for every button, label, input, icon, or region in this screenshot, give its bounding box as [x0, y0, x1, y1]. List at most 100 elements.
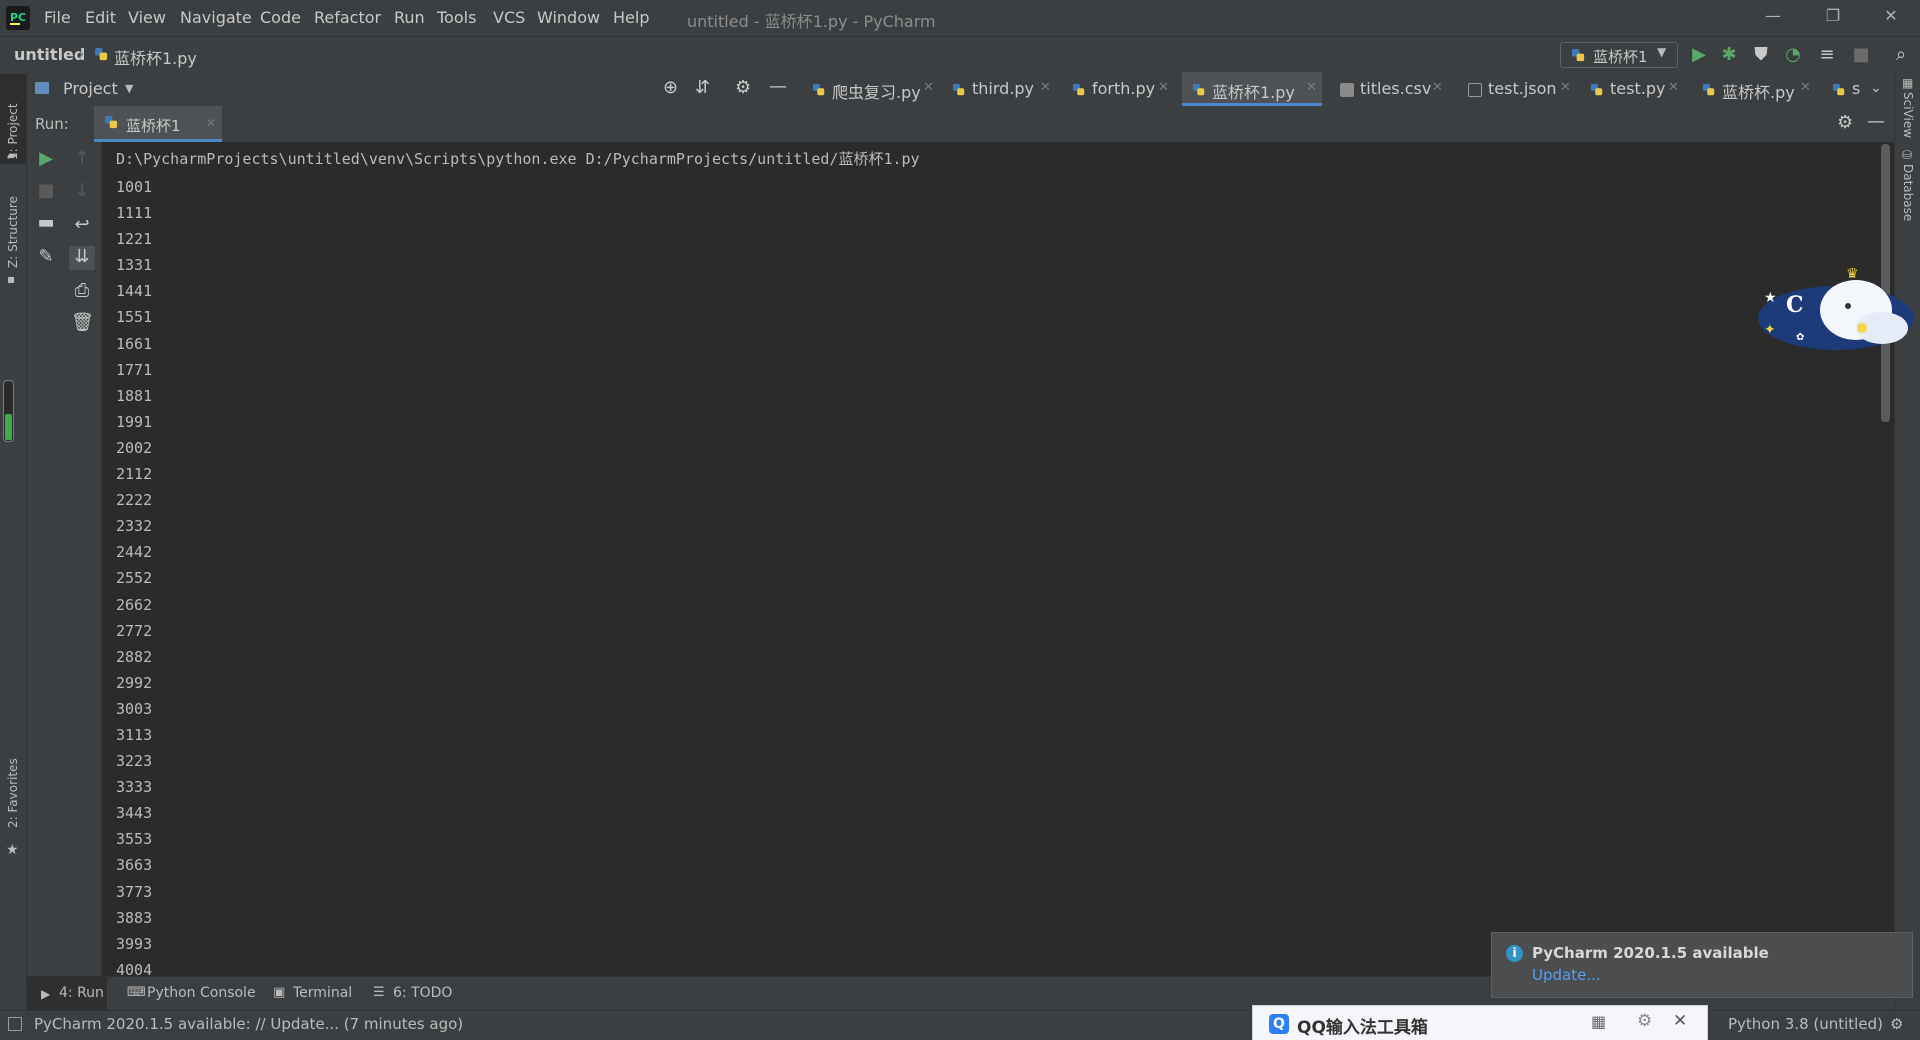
tab-test-py[interactable]: test.py ✕ — [1580, 72, 1679, 106]
tab-label: test.json — [1488, 79, 1557, 98]
collapse-all-icon[interactable]: ⇵ — [695, 77, 710, 98]
scroll-up-icon[interactable]: ↑ — [71, 148, 93, 170]
coverage-icon[interactable]: ⛊ — [1750, 44, 1772, 66]
tab-lanqiao[interactable]: 蓝桥杯.py ✕ — [1692, 72, 1812, 106]
chevron-down-icon: ▼ — [125, 82, 134, 95]
tool-tab-python-console[interactable]: Python Console — [147, 985, 256, 1001]
trash-icon[interactable]: 🗑 — [71, 312, 94, 334]
tab-forth[interactable]: forth.py ✕ — [1062, 72, 1172, 106]
menu-window[interactable]: Window — [537, 8, 600, 27]
structure-tool-label[interactable]: Z: Structure — [6, 196, 20, 268]
run-tab[interactable]: 蓝桥杯1 ✕ — [94, 106, 222, 142]
hide-icon[interactable]: — — [769, 76, 787, 97]
close-icon[interactable]: ✕ — [1306, 80, 1317, 95]
close-icon[interactable]: ✕ — [923, 80, 934, 95]
print-icon[interactable]: ⎙ — [71, 280, 93, 302]
tab-lanqiao1-active[interactable]: 蓝桥杯1.py ✕ — [1182, 72, 1322, 106]
update-link[interactable]: Update... — [1532, 966, 1601, 984]
menu-help[interactable]: Help — [613, 8, 649, 27]
gear-icon[interactable]: ⚙ — [1837, 112, 1853, 133]
console-line: 2112 — [116, 465, 153, 484]
sciview-tool-label[interactable]: SciView — [1901, 92, 1915, 138]
tool-tab-run[interactable]: 4: Run — [59, 985, 104, 1001]
scroll-to-end-icon[interactable]: ⇊ — [69, 246, 95, 270]
close-icon[interactable]: ✕ — [1158, 80, 1169, 95]
menu-edit[interactable]: Edit — [85, 8, 116, 27]
console-line: 3113 — [116, 725, 153, 744]
breadcrumb-file[interactable]: 蓝桥杯1.py — [114, 45, 197, 69]
menu-tools[interactable]: Tools — [437, 8, 476, 27]
layout-icon[interactable]: ▬ — [35, 212, 57, 234]
restore-button[interactable]: ❐ — [1818, 6, 1848, 30]
event-log-icon[interactable]: ⚙ — [1890, 1015, 1903, 1033]
console-line: 1111 — [116, 204, 153, 223]
tab-crawler-review[interactable]: 爬虫复习.py ✕ — [802, 72, 934, 106]
menu-navigate[interactable]: Navigate — [180, 8, 252, 27]
breadcrumb-chevron-icon: › — [78, 44, 85, 63]
debug-icon[interactable]: ✱ — [1718, 44, 1740, 66]
concurrency-icon[interactable]: ≡ — [1816, 44, 1838, 66]
project-view-select[interactable]: Project — [63, 79, 118, 98]
pin-icon[interactable]: ✎ — [35, 246, 57, 268]
python-file-icon — [1192, 83, 1205, 96]
menu-view[interactable]: View — [128, 8, 166, 27]
run-tab-label: 蓝桥杯1 — [126, 117, 181, 135]
menu-refactor[interactable]: Refactor — [314, 8, 381, 27]
python-interpreter[interactable]: Python 3.8 (untitled) — [1728, 1015, 1883, 1033]
project-panel-header: Project ▼ ⊕ ⇵ ⚙ — — [27, 72, 802, 107]
stop-icon[interactable]: ■ — [1850, 44, 1872, 66]
menu-file[interactable]: File — [44, 8, 71, 27]
tool-tab-todo[interactable]: 6: TODO — [393, 985, 452, 1001]
run-configuration-select[interactable]: 蓝桥杯1 ▼ — [1560, 42, 1678, 68]
menu-vcs[interactable]: VCS — [493, 8, 525, 27]
grid-icon[interactable]: ▦ — [1591, 1012, 1606, 1031]
breadcrumb-project[interactable]: untitled — [14, 45, 85, 64]
sciview-icon: ▦ — [1902, 76, 1914, 90]
run-panel-label: Run: — [35, 115, 69, 133]
menu-code[interactable]: Code — [260, 8, 301, 27]
right-tool-stripe: ▦ SciView ⛁ Database — [1894, 72, 1920, 1012]
run-console[interactable]: D:\PycharmProjects\untitled\venv\Scripts… — [102, 142, 1882, 976]
stop-icon[interactable]: ■ — [35, 180, 57, 202]
svg-text:C: C — [1786, 292, 1804, 318]
close-icon[interactable]: ✕ — [1040, 80, 1051, 95]
soft-wrap-icon[interactable]: ↩ — [71, 214, 93, 236]
close-icon[interactable]: ✕ — [1800, 80, 1811, 95]
gear-icon[interactable]: ⚙ — [1637, 1011, 1652, 1031]
close-icon[interactable]: ✕ — [1560, 80, 1571, 95]
close-icon[interactable]: ✕ — [206, 116, 216, 130]
star-icon: ★ — [6, 842, 19, 858]
close-window-button[interactable]: ✕ — [1876, 6, 1906, 30]
todo-icon: ☰ — [373, 985, 385, 1000]
tab-label: 爬虫复习.py — [832, 83, 921, 102]
tab-titles-csv[interactable]: titles.csv ✕ — [1330, 72, 1443, 106]
python-file-icon — [104, 115, 118, 129]
search-icon[interactable]: ⌕ — [1890, 44, 1912, 66]
tab-third[interactable]: third.py ✕ — [942, 72, 1051, 106]
python-file-icon — [1832, 83, 1845, 96]
ime-toolbar-label[interactable]: QQ输入法工具箱 — [1297, 1013, 1428, 1038]
database-tool-label[interactable]: Database — [1901, 164, 1915, 221]
status-message[interactable]: PyCharm 2020.1.5 available: // Update...… — [34, 1015, 463, 1033]
update-notification[interactable]: i PyCharm 2020.1.5 available Update... — [1491, 932, 1913, 998]
rerun-icon[interactable]: ▶ — [35, 148, 57, 170]
profile-icon[interactable]: ◔ — [1782, 44, 1804, 66]
hide-icon[interactable]: — — [1867, 111, 1885, 132]
favorites-tool-label[interactable]: 2: Favorites — [6, 758, 20, 828]
tab-overflow-s[interactable]: s — [1822, 72, 1874, 106]
minimize-button[interactable]: — — [1758, 6, 1788, 30]
tab-test-json[interactable]: test.json ✕ — [1458, 72, 1571, 106]
run-icon[interactable]: ▶ — [1688, 44, 1710, 66]
tool-tab-terminal[interactable]: Terminal — [293, 985, 352, 1001]
tab-label: forth.py — [1092, 79, 1156, 98]
console-line: 1991 — [116, 412, 153, 431]
locate-icon[interactable]: ⊕ — [663, 77, 678, 98]
close-icon[interactable]: ✕ — [1668, 80, 1679, 95]
tool-windows-icon[interactable] — [8, 1017, 22, 1031]
close-icon[interactable]: ✕ — [1432, 80, 1443, 95]
gear-icon[interactable]: ⚙ — [735, 77, 751, 98]
close-icon[interactable]: ✕ — [1673, 1011, 1687, 1031]
menu-run[interactable]: Run — [394, 8, 425, 27]
tabs-overflow-chevron-icon[interactable]: ⌄ — [1870, 80, 1882, 96]
scroll-down-icon[interactable]: ↓ — [71, 180, 93, 202]
